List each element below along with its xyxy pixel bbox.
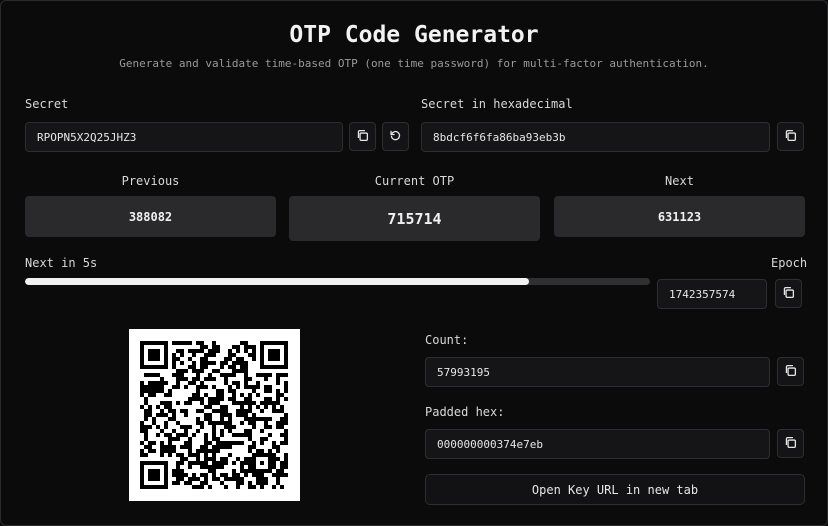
next-otp-label: Next — [665, 174, 694, 188]
epoch-input[interactable]: 1742357574 — [657, 279, 767, 309]
count-label: Count: — [425, 333, 469, 347]
timer-label: Next in 5s — [25, 256, 98, 270]
next-otp-value[interactable]: 631123 — [554, 196, 805, 237]
count-input[interactable]: 57993195 — [425, 357, 770, 387]
regenerate-secret-button[interactable] — [382, 122, 409, 151]
qr-code — [129, 329, 300, 501]
secret-label: Secret — [25, 97, 69, 111]
current-otp-value[interactable]: 715714 — [289, 196, 540, 241]
current-otp-label: Current OTP — [374, 174, 455, 188]
secret-input[interactable]: RPOPN5X2Q25JHZ3 — [25, 122, 343, 152]
copy-icon — [356, 127, 369, 146]
epoch-label: Epoch — [771, 256, 808, 270]
padded-hex-label: Padded hex: — [425, 405, 505, 419]
copy-icon — [784, 127, 797, 146]
copy-icon — [782, 284, 795, 303]
page-subtitle: Generate and validate time-based OTP (on… — [119, 57, 709, 70]
copy-icon — [784, 434, 797, 453]
qr-code-icon — [140, 341, 288, 489]
copy-padded-hex-button[interactable] — [777, 429, 804, 458]
timer-progress-fill — [25, 278, 530, 285]
open-key-url-button[interactable]: Open Key URL in new tab — [425, 474, 805, 505]
copy-secret-button[interactable] — [349, 122, 376, 151]
copy-epoch-button[interactable] — [775, 279, 802, 308]
copy-count-button[interactable] — [777, 357, 804, 386]
copy-icon — [784, 362, 797, 381]
padded-hex-input[interactable]: 000000000374e7eb — [425, 429, 770, 459]
secret-hex-input[interactable]: 8bdcf6f6fa86ba93eb3b — [421, 122, 770, 152]
copy-secret-hex-button[interactable] — [777, 122, 804, 151]
timer-progress-bar — [25, 278, 650, 285]
page-title: OTP Code Generator — [289, 22, 539, 48]
refresh-icon — [389, 127, 402, 146]
previous-otp-label: Previous — [121, 174, 180, 188]
previous-otp-value[interactable]: 388082 — [25, 196, 276, 237]
secret-hex-label: Secret in hexadecimal — [421, 97, 573, 111]
